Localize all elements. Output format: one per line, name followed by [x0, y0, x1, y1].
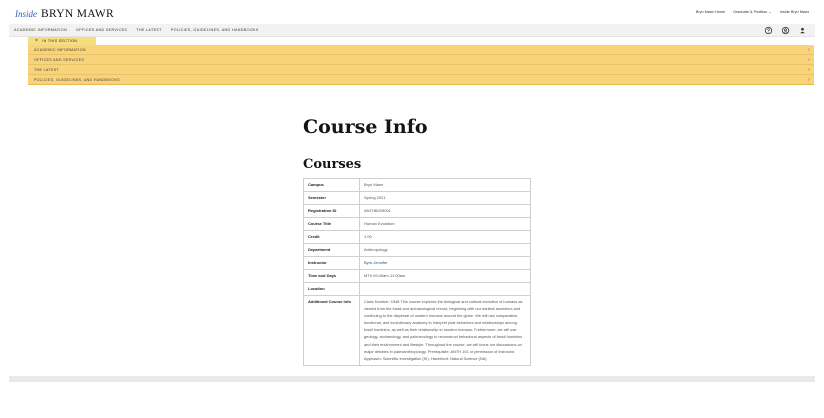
courses-heading: Courses	[303, 157, 362, 172]
account-icon[interactable]	[781, 26, 790, 35]
chevron-right-icon: ›	[807, 46, 810, 53]
row-label: Campus	[303, 178, 360, 192]
section-item-label: POLICIES, GUIDELINES, AND HANDBOOKS	[34, 77, 120, 82]
row-label: Course Title	[303, 217, 360, 231]
table-row: Department Anthropology	[303, 243, 531, 257]
graduate-postbac-label: Graduate & Postbac	[733, 10, 768, 14]
chevron-right-icon: ›	[807, 56, 810, 63]
nav-offices-and-services[interactable]: OFFICES AND SERVICES	[76, 28, 127, 32]
section-item-offices-and-services[interactable]: OFFICES AND SERVICES ›	[28, 55, 814, 65]
in-this-section-label: IN THIS SECTION	[42, 39, 78, 43]
close-icon: ×	[35, 37, 39, 44]
page-title: Course Info	[303, 116, 428, 138]
nav-academic-information[interactable]: ACADEMIC INFORMATION	[14, 28, 67, 32]
in-this-section-toggle[interactable]: × IN THIS SECTION	[28, 37, 96, 45]
row-label: Instructor	[303, 256, 360, 270]
row-label: Department	[303, 243, 360, 257]
help-icon[interactable]	[764, 26, 773, 35]
row-value: MTh 09:40am-11:00am	[359, 269, 531, 283]
row-value	[359, 282, 531, 296]
table-row: Credit 1.00	[303, 230, 531, 244]
course-info-table: Campus Bryn Mawr Semester Spring 2021 Re…	[303, 178, 531, 366]
user-icon[interactable]	[798, 26, 807, 35]
page-footer-band	[9, 376, 815, 382]
table-row: Semester Spring 2021	[303, 191, 531, 205]
row-value: ANTHB209001	[359, 204, 531, 218]
logo-inside-text: Inside	[15, 9, 37, 19]
table-row: Additional Course Info Class Number: 154…	[303, 295, 531, 366]
section-item-label: ACADEMIC INFORMATION	[34, 47, 86, 52]
table-row: Location	[303, 282, 531, 296]
row-value: Bryn Mawr	[359, 178, 531, 192]
site-logo[interactable]: Inside BRYN MAWR	[15, 8, 114, 22]
row-label: Registration ID	[303, 204, 360, 218]
table-row: Time and Days MTh 09:40am-11:00am	[303, 269, 531, 283]
table-row: Registration ID ANTHB209001	[303, 204, 531, 218]
utility-links: Bryn Mawr Home Graduate & Postbac⌄ Insid…	[696, 9, 809, 14]
graduate-postbac-link[interactable]: Graduate & Postbac⌄	[733, 9, 772, 14]
section-item-label: THE LATEST	[34, 67, 59, 72]
row-label: Additional Course Info	[303, 295, 360, 366]
logo-bryn-mawr-text: BRYN MAWR	[41, 8, 115, 20]
row-value: Human Evolution	[359, 217, 531, 231]
browser-viewport: Inside BRYN MAWR Bryn Mawr Home Graduate…	[9, 3, 815, 381]
section-item-academic-information[interactable]: ACADEMIC INFORMATION ›	[28, 45, 814, 55]
section-item-label: OFFICES AND SERVICES	[34, 57, 85, 62]
nav-policies-guidelines-handbooks[interactable]: POLICIES, GUIDELINES, AND HANDBOOKS	[171, 28, 259, 32]
table-row: Course Title Human Evolution	[303, 217, 531, 231]
nav-the-latest[interactable]: THE LATEST	[136, 28, 162, 32]
bryn-mawr-home-link[interactable]: Bryn Mawr Home	[696, 10, 725, 14]
table-row: Campus Bryn Mawr	[303, 178, 531, 192]
table-row: Instructor Byrn,Jennifer	[303, 256, 531, 270]
row-value: Spring 2021	[359, 191, 531, 205]
row-label: Time and Days	[303, 269, 360, 283]
course-description: Class Number: 1548 This course explores …	[359, 295, 531, 366]
inside-bryn-mawr-link[interactable]: Inside Bryn Mawr	[780, 10, 809, 14]
instructor-link[interactable]: Byrn,Jennifer	[359, 256, 531, 270]
row-label: Semester	[303, 191, 360, 205]
course-info-table-wrapper: Campus Bryn Mawr Semester Spring 2021 Re…	[303, 178, 531, 375]
row-value: Anthropology	[359, 243, 531, 257]
row-label: Credit	[303, 230, 360, 244]
row-value: 1.00	[359, 230, 531, 244]
section-menu: ACADEMIC INFORMATION › OFFICES AND SERVI…	[28, 45, 814, 85]
chevron-down-icon: ⌄	[768, 9, 772, 14]
section-item-the-latest[interactable]: THE LATEST ›	[28, 65, 814, 75]
row-label: Location	[303, 282, 360, 296]
chevron-right-icon: ›	[807, 76, 810, 83]
section-item-policies-guidelines-handbooks[interactable]: POLICIES, GUIDELINES, AND HANDBOOKS ›	[28, 75, 814, 85]
main-navigation: ACADEMIC INFORMATION OFFICES AND SERVICE…	[9, 24, 815, 37]
chevron-right-icon: ›	[807, 66, 810, 73]
